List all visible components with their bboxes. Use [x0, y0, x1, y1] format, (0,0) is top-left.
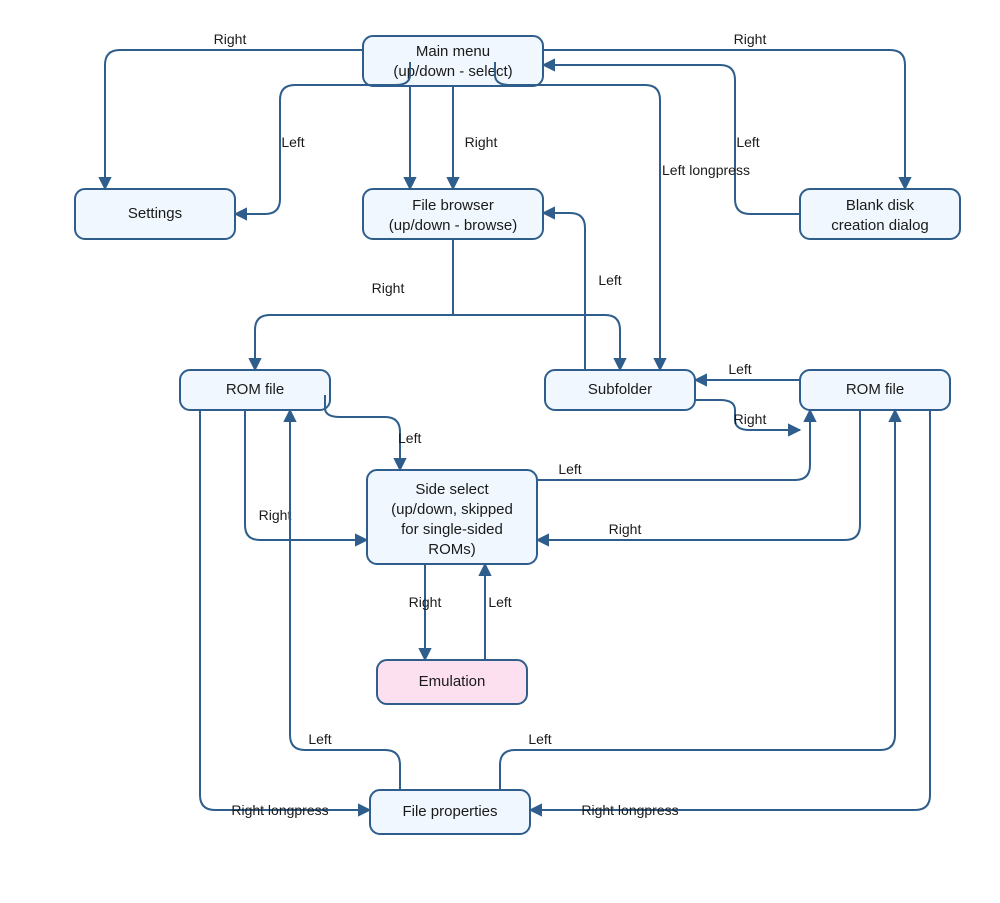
- edge-label: Right: [372, 280, 405, 296]
- edge-label: Left: [398, 430, 421, 446]
- node-label: Main menu: [416, 43, 490, 60]
- edge-label: Left: [736, 134, 759, 150]
- node-rom-right: ROM file: [800, 370, 950, 410]
- node-label: Emulation: [419, 673, 486, 690]
- edge-label: Right: [214, 31, 247, 47]
- edge-main-to-filebrowser: Right: [453, 86, 497, 189]
- node-label: (up/down, skipped: [391, 501, 513, 518]
- edge-label: Left: [598, 272, 621, 288]
- node-file-browser: File browser (up/down - browse): [363, 189, 543, 239]
- node-emulation: Emulation: [377, 660, 527, 704]
- node-subfolder: Subfolder: [545, 370, 695, 410]
- edge-romright-to-sideselect: Right: [537, 410, 860, 540]
- edge-label: Right: [409, 594, 442, 610]
- node-label: Blank disk: [846, 197, 915, 214]
- node-settings: Settings: [75, 189, 235, 239]
- node-label: File browser: [412, 197, 494, 214]
- edge-label: Right: [465, 134, 498, 150]
- node-label: for single-sided: [401, 521, 503, 538]
- edge-romleft-to-fileprops: Right longpress: [200, 410, 370, 818]
- node-label: ROM file: [226, 381, 284, 398]
- edge-filebrowser-branch: Right: [255, 239, 620, 370]
- node-blank-disk: Blank disk creation dialog: [800, 189, 960, 239]
- node-label: (up/down - browse): [389, 217, 517, 234]
- node-label: ROM file: [846, 381, 904, 398]
- edge-main-to-settings: Right: [105, 31, 363, 189]
- edge-label: Left: [528, 731, 551, 747]
- edge-label: Right longpress: [581, 802, 678, 818]
- edge-blankdisk-to-main: Left: [543, 65, 800, 214]
- node-rom-left: ROM file: [180, 370, 330, 410]
- edge-fileprops-to-romleft: Left: [290, 410, 400, 790]
- edge-subfolder-to-filebrowser: Left: [543, 213, 622, 370]
- edge-label: Left: [488, 594, 511, 610]
- edge-romright-to-fileprops: Right longpress: [530, 410, 930, 818]
- edge-label: Right longpress: [231, 802, 328, 818]
- edge-label: Left longpress: [662, 162, 750, 178]
- edge-label: Right: [734, 411, 767, 427]
- node-label: creation dialog: [831, 217, 929, 234]
- node-side-select: Side select (up/down, skipped for single…: [367, 470, 537, 564]
- node-label: Side select: [415, 481, 489, 498]
- node-main-menu: Main menu (up/down - select): [363, 36, 543, 86]
- node-label: Subfolder: [588, 381, 652, 398]
- edge-sideselect-to-emulation: Right: [409, 564, 442, 660]
- state-diagram: Main menu (up/down - select) Settings Bl…: [0, 0, 1000, 903]
- node-file-properties: File properties: [370, 790, 530, 834]
- edge-label: Right: [609, 521, 642, 537]
- edge-subfolder-to-romright: Right: [695, 400, 800, 430]
- edge-label: Left: [558, 461, 581, 477]
- edge-romleft-to-sideselect: Right: [245, 410, 367, 540]
- edge-sideselect-to-romleft: Left: [325, 395, 421, 470]
- node-label: Settings: [128, 205, 182, 222]
- edge-label: Right: [734, 31, 767, 47]
- edge-label: Left: [308, 731, 331, 747]
- edge-sideselect-to-romright: Left: [537, 410, 810, 480]
- edge-label: Right: [259, 507, 292, 523]
- edge-label: Left: [728, 361, 751, 377]
- node-label: File properties: [402, 803, 497, 820]
- edge-emulation-to-sideselect: Left: [485, 564, 512, 660]
- edge-label: Left: [281, 134, 304, 150]
- edge-romright-to-subfolder: Left: [695, 361, 800, 380]
- node-label: ROMs): [428, 541, 476, 558]
